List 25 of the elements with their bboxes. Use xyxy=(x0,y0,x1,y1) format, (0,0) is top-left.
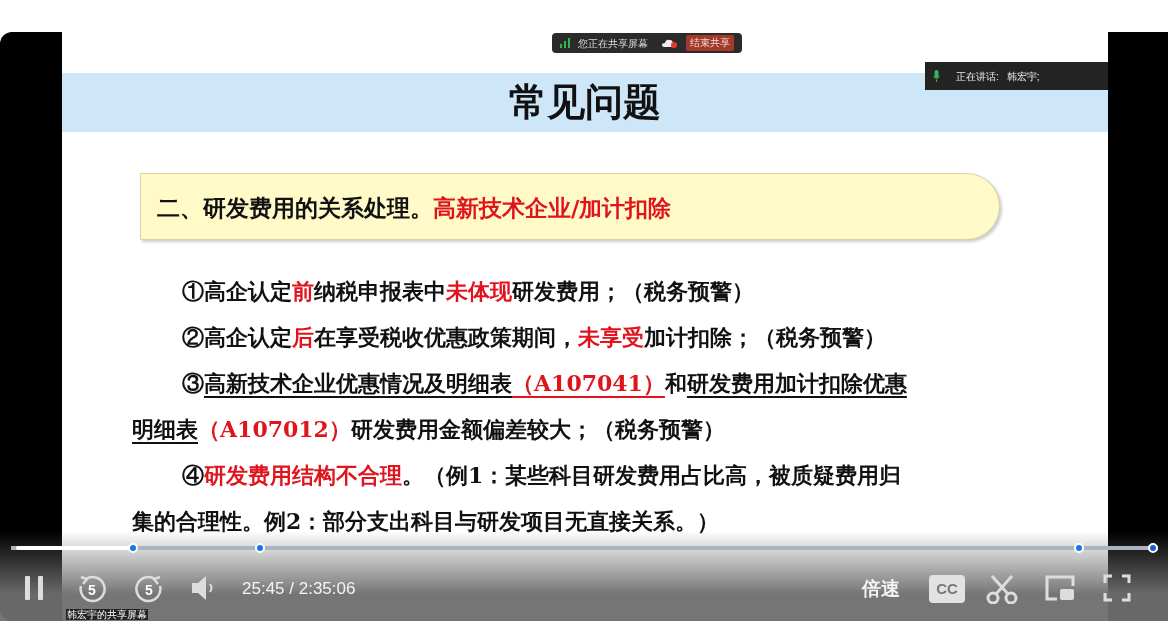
chapter-marker[interactable] xyxy=(255,543,266,553)
slide-paragraph: ②高企认定后在享受税收优惠政策期间，未享受加计扣除；（税务预警） xyxy=(181,323,887,352)
scissors-icon[interactable] xyxy=(986,574,1018,604)
picture-in-picture-icon[interactable] xyxy=(1045,574,1075,602)
slide-title: 常见问题 xyxy=(509,80,661,124)
speed-button[interactable]: 倍速 xyxy=(862,575,900,604)
fullscreen-icon[interactable] xyxy=(1103,574,1131,602)
signal-icon xyxy=(560,38,570,48)
chapter-marker[interactable] xyxy=(1074,543,1085,553)
source-label: 韩宏宇的共享屏幕 xyxy=(66,609,148,620)
playback-time: 25:45 / 2:35:06 xyxy=(242,578,356,600)
subtitle-text: 二、研发费用的关系处理。高新技术企业/加计扣除 xyxy=(157,193,673,223)
speaker-name: 韩宏宇; xyxy=(1006,69,1040,84)
slide-paragraph: ①高企认定前纳税申报表中未体现研发费用；（税务预警） xyxy=(181,277,755,306)
progress-thumb[interactable] xyxy=(128,543,139,553)
share-status-text: 您正在共享屏幕 xyxy=(578,36,648,51)
captions-button[interactable]: CC xyxy=(929,575,965,603)
cloud-icon[interactable] xyxy=(662,38,678,48)
pause-icon[interactable] xyxy=(23,574,45,602)
microphone-icon xyxy=(933,70,940,82)
stop-share-button[interactable]: 结束共享 xyxy=(686,35,734,51)
speaker-label: 正在讲话: xyxy=(956,69,999,84)
slide-paragraph: ③高新技术企业优惠情况及明细表（A107041）和研发费用加计扣除优惠明细表（A107012）研发费用金额偏差较大；（税务预警） xyxy=(132,369,908,444)
end-marker xyxy=(1148,543,1158,553)
slide-paragraph: ④研发费用结构不合理。（例1：某些科目研发费用占比高，被质疑费用归集的合理性。例2：部分支出科目与研发项目无直接关系。） xyxy=(132,461,903,536)
